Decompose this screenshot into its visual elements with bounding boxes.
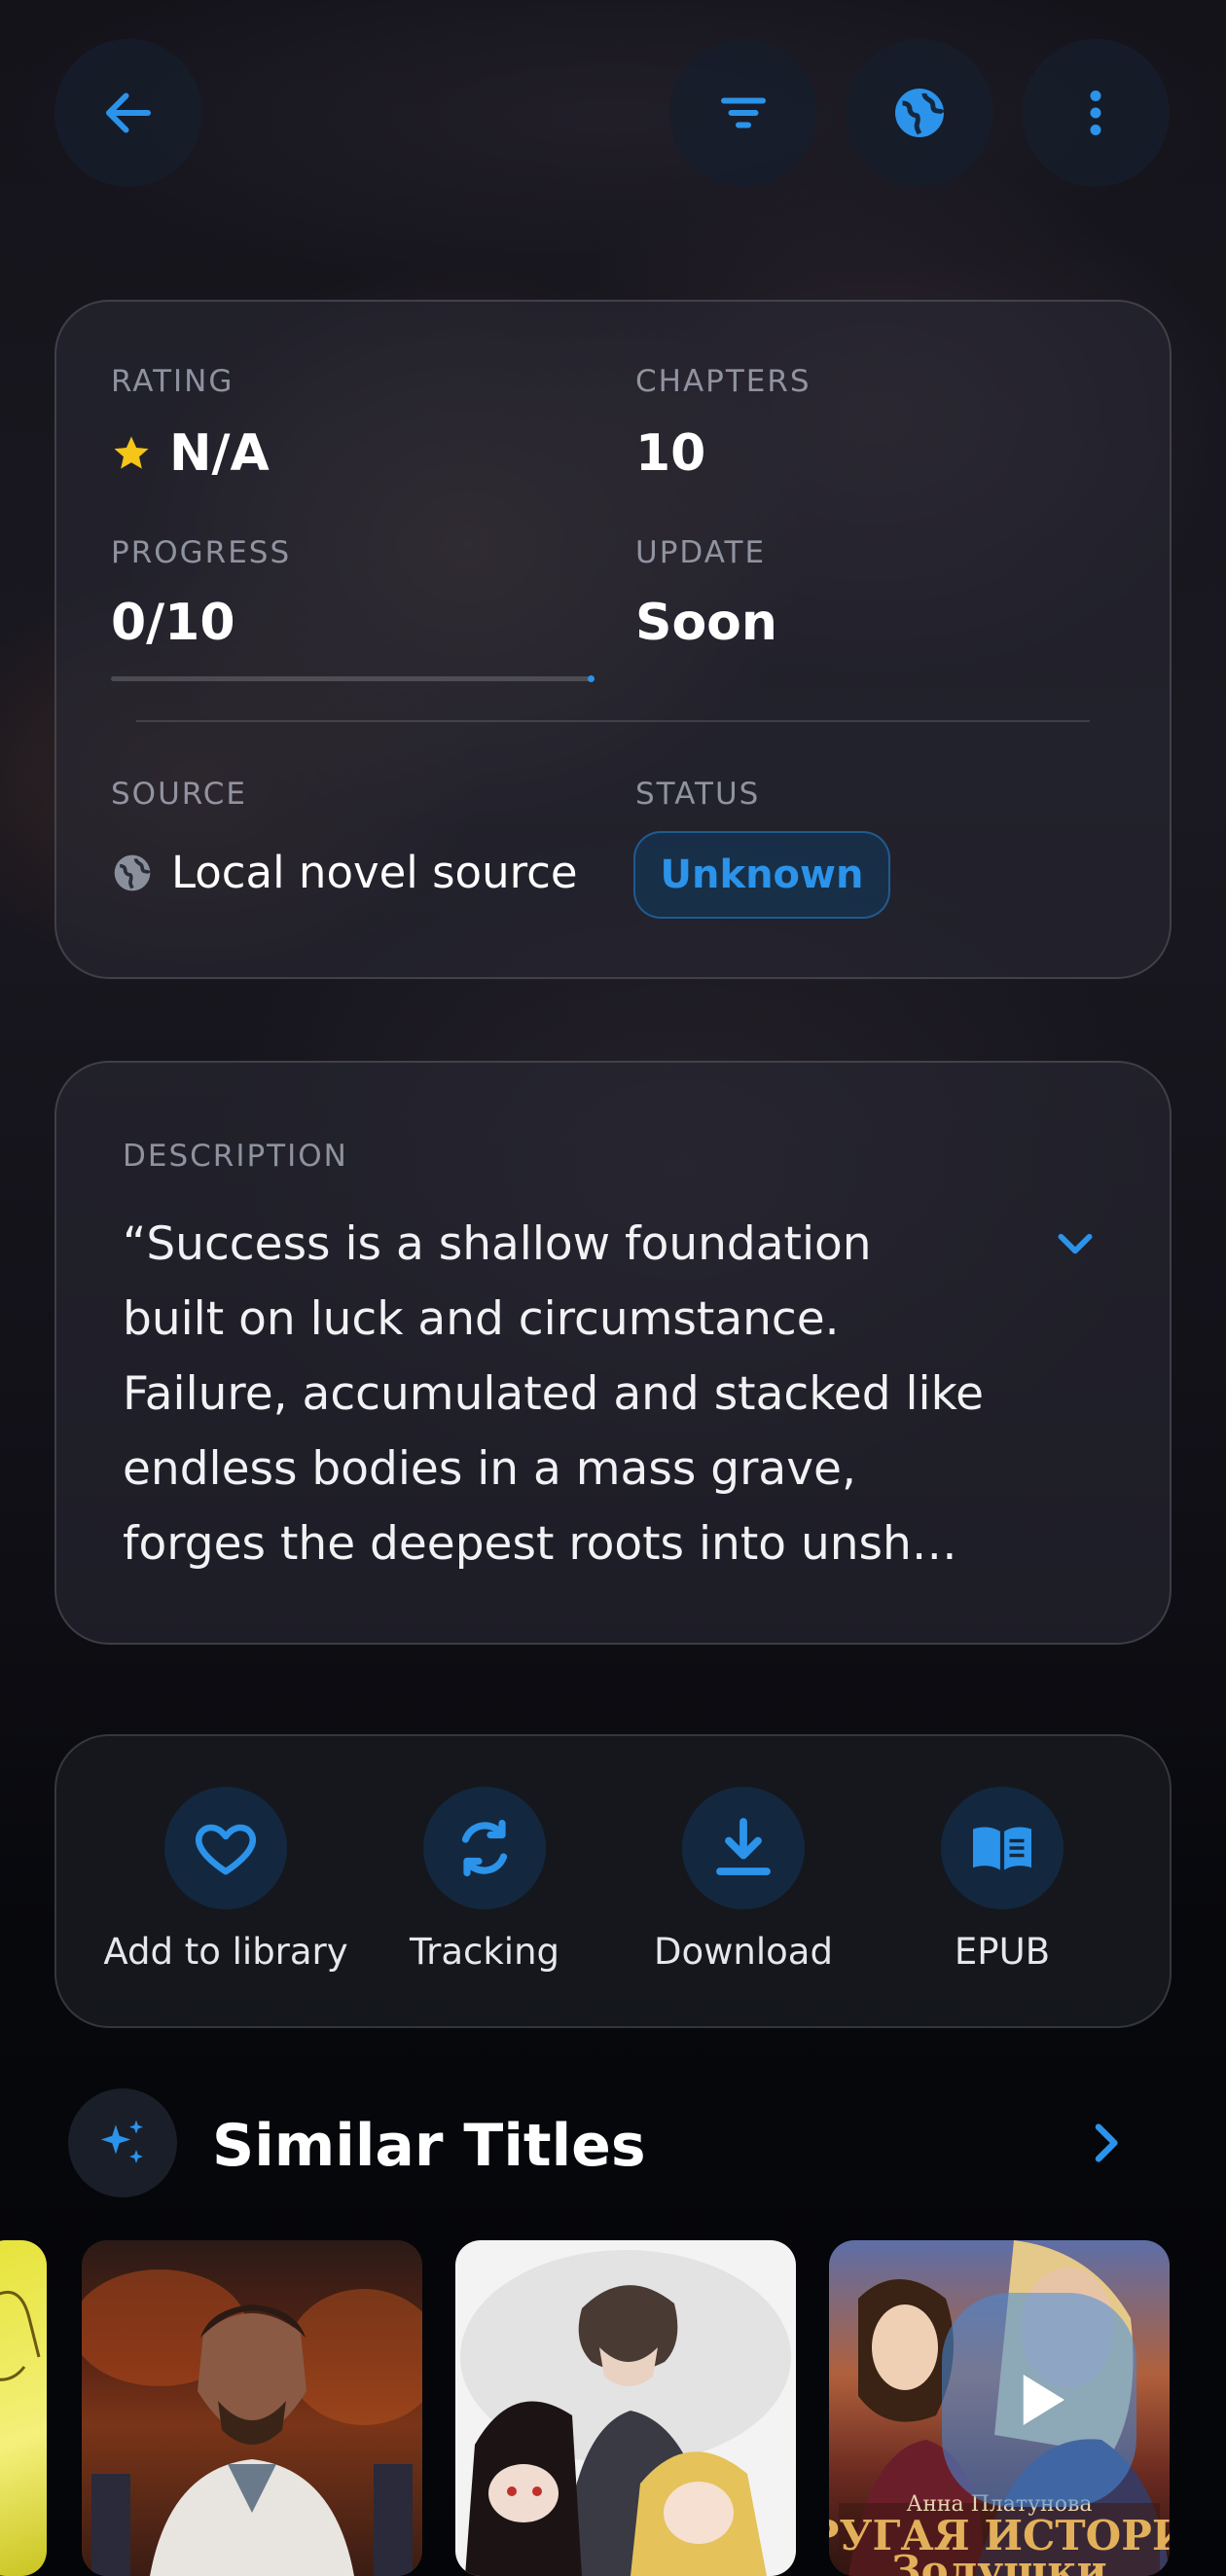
top-bar — [0, 39, 1226, 195]
more-button[interactable] — [1022, 39, 1170, 187]
description-text: “Success is a shallow foundation built o… — [123, 1207, 1028, 1581]
webview-button[interactable] — [846, 39, 993, 187]
rating-text: N/A — [169, 424, 270, 483]
source-row: Local novel source — [111, 847, 578, 898]
description-line: endless bodies in a mass grave, — [123, 1442, 856, 1496]
progress-label: PROGRESS — [111, 535, 292, 570]
description-line: forges the deepest roots into unsh… — [123, 1517, 957, 1571]
status-badge: Unknown — [633, 831, 890, 919]
epub-button[interactable]: EPUB — [876, 1787, 1129, 1973]
tracking-icon-circle — [423, 1787, 546, 1909]
similar-title-cover[interactable] — [0, 2240, 47, 2576]
description-line: “Success is a shallow foundation — [123, 1217, 872, 1271]
globe-icon — [895, 89, 945, 137]
description-line: built on luck and circumstance. — [123, 1292, 840, 1346]
divider — [136, 720, 1090, 722]
similar-title-cover[interactable] — [82, 2240, 422, 2576]
progress-bar-end-dot — [588, 675, 595, 682]
arrow-left-icon — [106, 92, 151, 133]
play-icon — [1023, 2375, 1064, 2425]
source-value: Local novel source — [171, 847, 578, 898]
source-label: SOURCE — [111, 777, 247, 812]
chapters-value: 10 — [635, 424, 706, 483]
progress-value: 0/10 — [111, 594, 235, 652]
more-vertical-icon — [1090, 91, 1101, 135]
filter-button[interactable] — [669, 39, 817, 187]
download-button[interactable]: Download — [617, 1787, 870, 1973]
add-to-library-label: Add to library — [103, 1931, 348, 1973]
back-button[interactable] — [54, 39, 202, 187]
sync-icon — [461, 1819, 508, 1877]
epub-label: EPUB — [954, 1931, 1051, 1973]
rating-value: N/A — [111, 424, 270, 483]
add-to-library-button[interactable]: Add to library — [99, 1787, 352, 1973]
chevron-down-icon[interactable] — [1051, 1218, 1100, 1267]
chapters-label: CHAPTERS — [635, 364, 811, 399]
download-icon — [716, 1818, 771, 1875]
sparkle-icon-circle — [68, 2088, 177, 2197]
update-label: UPDATE — [635, 535, 767, 570]
tracking-label: Tracking — [409, 1931, 560, 1973]
download-label: Download — [654, 1931, 833, 1973]
tracking-button[interactable]: Tracking — [358, 1787, 611, 1973]
rating-label: RATING — [111, 364, 234, 399]
chevron-right-icon[interactable] — [1078, 2116, 1133, 2170]
similar-title-cover[interactable] — [455, 2240, 796, 2576]
description-label: DESCRIPTION — [123, 1139, 348, 1174]
description-line: Failure, accumulated and stacked like — [123, 1367, 985, 1421]
status-label: STATUS — [635, 777, 761, 812]
add-to-library-icon-circle — [164, 1787, 287, 1909]
heart-icon — [196, 1824, 256, 1875]
sparkle-icon — [100, 2120, 143, 2163]
filter-icon — [721, 97, 766, 128]
progress-bar — [111, 675, 595, 682]
cover-artwork — [82, 2269, 422, 2576]
update-value: Soon — [635, 594, 777, 652]
cover-artwork — [0, 2290, 41, 2381]
floating-play-button[interactable] — [942, 2293, 1136, 2507]
star-icon — [114, 436, 149, 469]
download-icon-circle — [682, 1787, 805, 1909]
globe-icon — [114, 854, 152, 890]
actions-card: Add to library Tracking Download EPUB — [54, 1734, 1172, 2028]
info-card: RATING N/A CHAPTERS 10 PROGRESS 0/10 UPD… — [54, 300, 1172, 979]
book-open-icon — [973, 1827, 1031, 1870]
epub-icon-circle — [941, 1787, 1064, 1909]
similar-titles-heading: Similar Titles — [212, 2112, 646, 2180]
description-card[interactable]: DESCRIPTION “Success is a shallow founda… — [54, 1061, 1172, 1645]
similar-titles-header: Similar Titles — [0, 2088, 1226, 2201]
cover-artwork — [460, 2250, 791, 2576]
svg-text:Золушки: Золушки — [891, 2547, 1106, 2576]
